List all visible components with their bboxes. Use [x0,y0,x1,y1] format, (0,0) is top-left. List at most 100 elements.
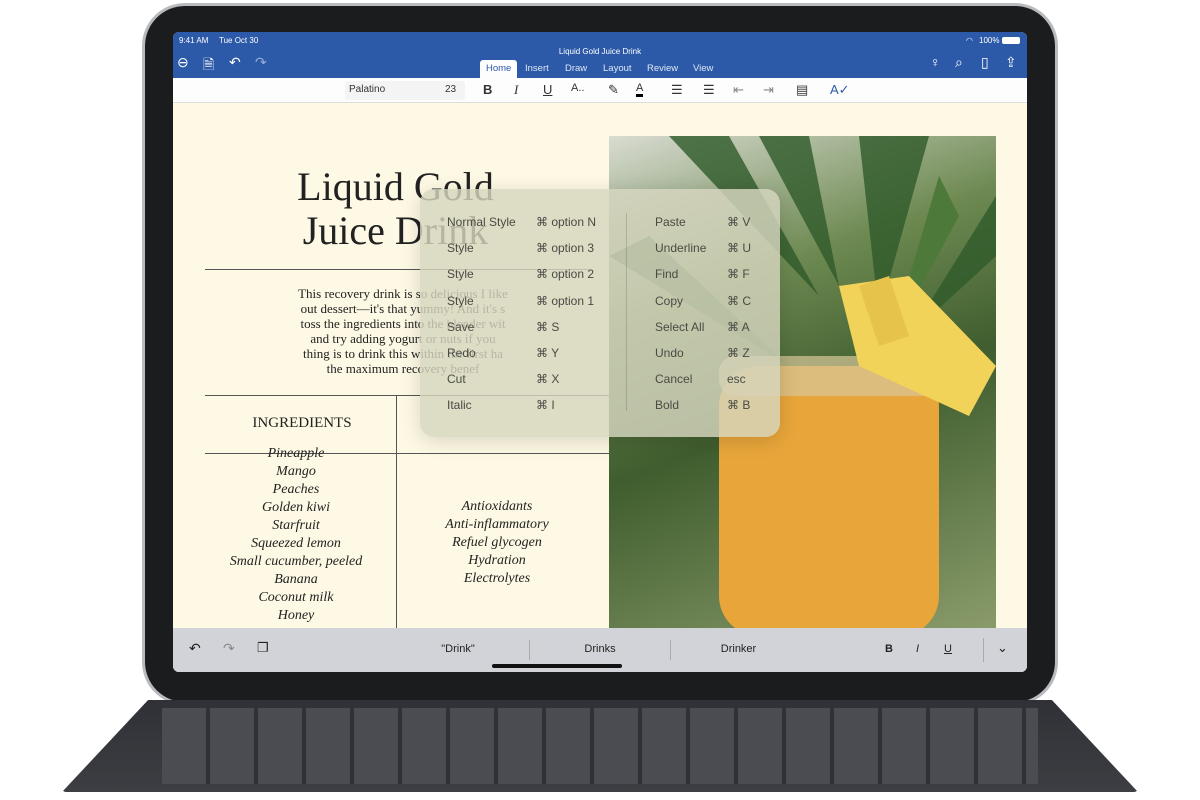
screen: 9:41 AM Tue Oct 30 ◠ 100% Liquid Gold Ju… [173,32,1027,672]
ingredient-item: Honey [277,608,315,623]
italic-button[interactable]: I [514,82,518,98]
shortcut-keys: ⌘ option 2 [536,267,595,282]
formatting-toolbar: Palatino 23 B I U A.. ✎ A ☰ ☰ ⇤ ⇥ ▤ A✓ [173,78,1027,103]
shortcut-keys: ⌘ Z [727,346,750,360]
shortcut-keys: ⌘ F [727,267,750,282]
shortcut-bar: ↶ ↷ ❐ "Drink" Drinks Drinker B I U ⌄ [173,628,1027,672]
share-icon[interactable]: ⇪ [1005,54,1017,71]
document-title: Liquid Gold Juice Drink [558,47,642,56]
ingredient-item: Coconut milk [258,590,334,605]
tab-insert[interactable]: Insert [519,60,555,78]
overlay-divider [626,213,627,411]
tab-draw[interactable]: Draw [559,60,593,78]
phone-view-icon[interactable]: ▯ [981,54,989,71]
shortcut-label: Cut [447,372,466,387]
shortcut-keys: ⌘ U [727,241,751,256]
shortcut-keys: ⌘ X [536,372,560,387]
ingredient-item: Squeezed lemon [251,536,341,551]
undo-icon[interactable]: ↶ [189,640,201,657]
clipboard-icon[interactable]: ❐ [257,640,269,656]
back-icon[interactable]: ⊖ [177,54,189,71]
undo-icon[interactable]: ↶ [229,54,241,71]
suggestion-1[interactable]: "Drink" [373,643,543,655]
ingredient-item: Mango [276,464,316,479]
increase-indent-icon[interactable]: ⇥ [763,82,774,98]
ingredient-item: Pineapple [267,446,325,461]
font-style-button[interactable]: A.. [571,82,584,94]
status-date: Tue Oct 30 [219,36,259,45]
tab-layout[interactable]: Layout [597,60,638,78]
smart-keyboard [62,700,1138,792]
font-size[interactable]: 23 [445,84,456,95]
shortcut-label: Style [447,293,474,308]
chevron-down-icon[interactable]: ⌄ [997,640,1008,656]
ribbon-header: 9:41 AM Tue Oct 30 ◠ 100% Liquid Gold Ju… [173,32,1027,78]
shortcut-label: Paste [655,215,686,229]
bold-button[interactable]: B [885,643,893,655]
underline-button[interactable]: U [944,643,952,655]
shortcut-keys: ⌘ option 3 [536,241,595,256]
tab-home[interactable]: Home [480,60,518,78]
shortcut-keys: ⌘ option N [536,215,597,229]
shortcut-keys: ⌘ C [727,293,751,308]
keyboard-shortcuts-overlay: Normal Style ⌘ option N Style ⌘ option 3 Sty… [420,189,780,437]
shortcut-keys: ⌘ Y [536,346,560,360]
shortcut-keys: esc [727,372,746,387]
shortcut-label: Select All [655,319,705,334]
highlighter-icon[interactable]: ✎ [608,82,619,98]
ingredient-item: Golden kiwi [261,500,331,515]
separator [983,638,984,662]
benefit-item: Antioxidants [461,499,533,514]
shortcut-keys: ⌘ V [727,215,751,229]
shortcut-label: Copy [655,293,684,308]
editor-icon[interactable]: A✓ [830,82,850,98]
tab-view[interactable]: View [687,60,719,78]
bullets-icon[interactable]: ☰ [671,82,683,98]
ingredient-item: Banana [274,572,318,587]
shortcut-keys: ⌘ option 1 [536,293,595,308]
benefit-item: Refuel glycogen [452,535,542,550]
suggestion-2[interactable]: Drinks [530,643,670,655]
battery-icon [1002,37,1020,44]
battery-level: 100% [979,36,1000,45]
home-indicator[interactable] [492,664,622,668]
numbering-icon[interactable]: ☰ [703,82,715,98]
shortcut-keys: ⌘ S [536,319,560,334]
tab-review[interactable]: Review [641,60,684,78]
shortcut-label: Find [655,267,679,282]
ingredients-list: Pineapple Mango Peaches Golden kiwi Star… [205,445,387,625]
shortcut-label: Bold [655,398,680,413]
decrease-indent-icon[interactable]: ⇤ [733,82,744,98]
benefit-item: Anti-inflammatory [445,517,549,532]
ingredient-item: Peaches [272,482,320,497]
suggestion-3[interactable]: Drinker [671,643,806,655]
keyboard-keys [162,708,1038,784]
benefits-list: Antioxidants Anti-inflammatory Refuel gl… [397,498,597,588]
shortcut-label: Cancel [655,372,693,387]
benefit-item: Electrolytes [463,571,531,586]
shortcut-label: Undo [655,346,684,360]
font-name: Palatino [349,84,386,95]
shortcut-label: Style [447,267,474,282]
ingredient-item: Small cucumber, peeled [229,554,363,569]
underline-button[interactable]: U [543,82,552,97]
shortcut-label: Redo [447,346,476,360]
shortcut-label: Normal Style [447,215,516,229]
ingredients-header: INGREDIENTS [252,415,352,431]
search-icon[interactable]: ⌕ [955,54,963,71]
shortcut-keys: ⌘ I [536,398,555,413]
lightbulb-icon[interactable]: ♀ [930,54,941,70]
font-picker[interactable]: Palatino 23 [345,81,465,100]
redo-icon[interactable]: ↷ [223,640,235,657]
shortcut-label: Underline [655,241,707,256]
benefit-item: Hydration [468,553,526,568]
ingredient-item: Starfruit [272,518,320,533]
wifi-icon: ◠ [966,36,973,45]
shortcut-keys: ⌘ A [727,319,750,334]
file-icon[interactable]: 🗎 [203,54,214,78]
font-color-button[interactable]: A [636,82,644,97]
italic-button[interactable]: I [916,643,919,655]
bold-button[interactable]: B [483,82,492,97]
redo-icon[interactable]: ↷ [255,54,267,71]
styles-icon[interactable]: ▤ [796,82,808,98]
